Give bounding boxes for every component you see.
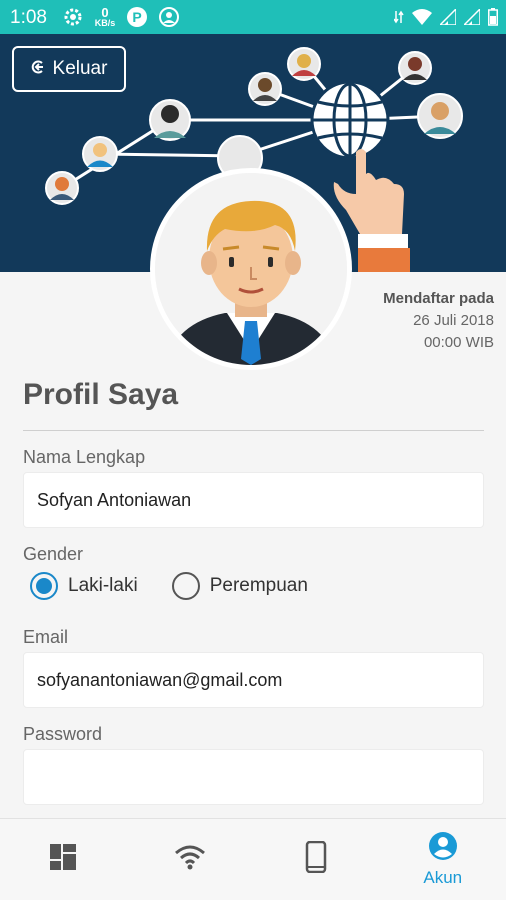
gender-radio-male[interactable] xyxy=(30,572,58,600)
phone-icon xyxy=(305,840,327,878)
settings-gear-icon xyxy=(62,6,84,28)
email-label: Email xyxy=(23,627,69,647)
logout-label: Keluar xyxy=(52,58,108,79)
nav-item-phone[interactable] xyxy=(253,819,380,900)
battery-icon xyxy=(488,8,498,31)
radio-selected-dot xyxy=(36,578,52,594)
logout-icon xyxy=(31,58,45,80)
full-name-value: Sofyan Antoniawan xyxy=(37,489,192,510)
full-name-field[interactable]: Sofyan Antoniawan xyxy=(23,472,484,528)
account-circle-icon xyxy=(158,6,180,28)
gender-option-male-label[interactable]: Laki-laki xyxy=(68,575,138,597)
email-value: sofyanantoniawan@gmail.com xyxy=(37,669,283,690)
gender-label: Gender xyxy=(23,544,84,564)
logout-button[interactable]: Keluar xyxy=(12,46,126,92)
password-field[interactable] xyxy=(23,749,484,805)
bottom-navigation: Akun xyxy=(0,818,506,900)
signal-icon xyxy=(438,7,457,30)
password-label: Password xyxy=(23,724,103,744)
avatar-image xyxy=(155,173,347,365)
nav-item-wifi[interactable] xyxy=(127,819,254,900)
signal-icon-2 xyxy=(462,7,481,30)
network-speed-unit: KB/s xyxy=(94,18,116,28)
email-field[interactable]: sofyanantoniawan@gmail.com xyxy=(23,652,484,708)
nav-item-dashboard[interactable] xyxy=(0,819,127,900)
registration-info: Mendaftar pada 26 Juli 2018 00:00 WIB xyxy=(383,288,494,354)
wifi-icon xyxy=(174,844,206,875)
svg-text:P: P xyxy=(132,9,141,25)
nav-item-account-label: Akun xyxy=(423,868,463,887)
network-speed-icon: 0 KB/s xyxy=(94,6,116,28)
nav-item-account[interactable]: Akun xyxy=(380,819,506,900)
registration-time: 00:00 WIB xyxy=(423,334,494,351)
title-divider xyxy=(23,430,484,431)
status-bar: 1:08 0 KB/s P xyxy=(0,0,506,34)
data-arrows-icon xyxy=(393,9,404,30)
wifi-icon xyxy=(412,9,432,30)
dashboard-icon xyxy=(49,843,77,876)
gender-option-female-label[interactable]: Perempuan xyxy=(210,575,308,597)
registration-date: 26 Juli 2018 xyxy=(413,312,494,329)
parking-app-icon: P xyxy=(126,6,148,28)
registration-label: Mendaftar pada xyxy=(383,290,494,307)
page-title: Profil Saya xyxy=(23,378,179,411)
gender-radio-group: Laki-laki Perempuan xyxy=(30,572,342,600)
gender-radio-female[interactable] xyxy=(171,572,200,600)
full-name-label: Nama Lengkap xyxy=(23,447,146,467)
status-time: 1:08 xyxy=(10,7,47,28)
avatar[interactable] xyxy=(150,168,352,370)
account-icon xyxy=(428,831,458,866)
